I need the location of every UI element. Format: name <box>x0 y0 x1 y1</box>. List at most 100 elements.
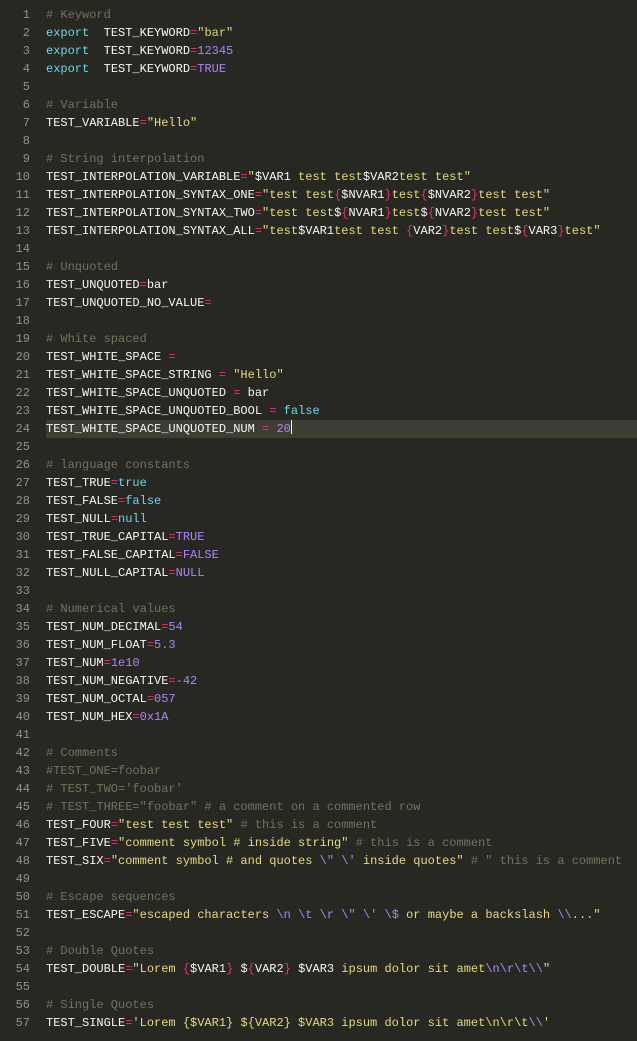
code-line[interactable]: TEST_FALSE=false <box>46 492 637 510</box>
code-line[interactable]: TEST_NUM_HEX=0x1A <box>46 708 637 726</box>
code-line[interactable]: TEST_UNQUOTED=bar <box>46 276 637 294</box>
code-line[interactable]: TEST_DOUBLE="Lorem {$VAR1} ${VAR2} $VAR3… <box>46 960 637 978</box>
code-line[interactable]: #TEST_ONE=foobar <box>46 762 637 780</box>
code-line[interactable]: # Keyword <box>46 6 637 24</box>
line-number: 49 <box>6 870 30 888</box>
token-brace: { <box>248 962 255 976</box>
code-line[interactable]: TEST_NUM=1e10 <box>46 654 637 672</box>
token-string <box>377 908 384 922</box>
token-bool: false <box>284 404 320 418</box>
token-interp: $VAR1 <box>190 962 226 976</box>
code-line[interactable]: # Escape sequences <box>46 888 637 906</box>
token-string: " <box>248 170 255 184</box>
code-line[interactable]: # White spaced <box>46 330 637 348</box>
code-line[interactable]: # String interpolation <box>46 150 637 168</box>
code-line[interactable] <box>46 438 637 456</box>
token-string: ..." <box>572 908 601 922</box>
token-string <box>291 962 298 976</box>
line-number: 6 <box>6 96 30 114</box>
token-plain: TEST_FALSE <box>46 494 118 508</box>
code-line[interactable]: # Numerical values <box>46 600 637 618</box>
code-line[interactable]: TEST_VARIABLE="Hello" <box>46 114 637 132</box>
code-line[interactable]: TEST_NUM_NEGATIVE=-42 <box>46 672 637 690</box>
line-number: 18 <box>6 312 30 330</box>
code-line[interactable]: TEST_INTERPOLATION_SYNTAX_TWO="test test… <box>46 204 637 222</box>
token-op: = <box>147 692 154 706</box>
code-line[interactable]: TEST_ESCAPE="escaped characters \n \t \r… <box>46 906 637 924</box>
code-line[interactable]: TEST_UNQUOTED_NO_VALUE= <box>46 294 637 312</box>
token-bool: null <box>118 512 147 526</box>
code-line[interactable]: # Double Quotes <box>46 942 637 960</box>
code-line[interactable]: TEST_FALSE_CAPITAL=FALSE <box>46 546 637 564</box>
line-number: 21 <box>6 366 30 384</box>
code-line[interactable]: TEST_WHITE_SPACE_STRING = "Hello" <box>46 366 637 384</box>
token-op: = <box>240 170 247 184</box>
code-line[interactable]: # TEST_THREE="foobar" # a comment on a c… <box>46 798 637 816</box>
code-line[interactable]: # Single Quotes <box>46 996 637 1014</box>
line-number: 16 <box>6 276 30 294</box>
token-plain: TEST_UNQUOTED_NO_VALUE <box>46 296 204 310</box>
token-comment: # Comments <box>46 746 118 760</box>
line-number: 38 <box>6 672 30 690</box>
token-string: "test <box>262 224 298 238</box>
token-comment: # Keyword <box>46 8 111 22</box>
code-line[interactable]: export TEST_KEYWORD="bar" <box>46 24 637 42</box>
code-line[interactable]: TEST_NULL_CAPITAL=NULL <box>46 564 637 582</box>
code-line[interactable]: TEST_INTERPOLATION_SYNTAX_ONE="test test… <box>46 186 637 204</box>
code-line[interactable] <box>46 726 637 744</box>
code-line[interactable]: TEST_INTERPOLATION_SYNTAX_ALL="test$VAR1… <box>46 222 637 240</box>
token-string: test test" <box>478 188 550 202</box>
code-line[interactable]: TEST_WHITE_SPACE_UNQUOTED_BOOL = false <box>46 402 637 420</box>
line-number: 28 <box>6 492 30 510</box>
code-line[interactable]: TEST_NUM_FLOAT=5.3 <box>46 636 637 654</box>
code-line[interactable]: TEST_TRUE_CAPITAL=TRUE <box>46 528 637 546</box>
code-line[interactable]: TEST_WHITE_SPACE_UNQUOTED = bar <box>46 384 637 402</box>
token-esc: \n\r\t\\ <box>485 962 543 976</box>
token-interp: $NVAR1 <box>341 188 384 202</box>
code-line[interactable] <box>46 582 637 600</box>
code-line[interactable]: TEST_WHITE_SPACE = <box>46 348 637 366</box>
code-line[interactable] <box>46 870 637 888</box>
token-comment: # this is a comment <box>240 818 377 832</box>
token-num: 54 <box>168 620 182 634</box>
token-const: TRUE <box>197 62 226 76</box>
code-line[interactable] <box>46 924 637 942</box>
code-editor-area[interactable]: # Keywordexport TEST_KEYWORD="bar"export… <box>38 0 637 1041</box>
code-line[interactable]: TEST_NULL=null <box>46 510 637 528</box>
code-line[interactable] <box>46 978 637 996</box>
token-string: "test test <box>262 206 334 220</box>
token-const: NULL <box>176 566 205 580</box>
code-line[interactable]: TEST_NUM_OCTAL=057 <box>46 690 637 708</box>
code-line[interactable]: TEST_SIX="comment symbol # and quotes \"… <box>46 852 637 870</box>
code-line[interactable]: TEST_NUM_DECIMAL=54 <box>46 618 637 636</box>
code-line[interactable]: # Unquoted <box>46 258 637 276</box>
line-number: 55 <box>6 978 30 996</box>
token-plain: TEST_WHITE_SPACE_UNQUOTED_BOOL <box>46 404 269 418</box>
token-esc: \' <box>341 854 355 868</box>
token-string: ipsum dolor sit amet <box>334 962 485 976</box>
code-line[interactable] <box>46 132 637 150</box>
code-line[interactable]: TEST_FIVE="comment symbol # inside strin… <box>46 834 637 852</box>
code-line[interactable]: TEST_FOUR="test test test" # this is a c… <box>46 816 637 834</box>
code-line[interactable] <box>46 312 637 330</box>
code-line[interactable]: export TEST_KEYWORD=12345 <box>46 42 637 60</box>
token-keyword: export <box>46 26 89 40</box>
code-line[interactable] <box>46 240 637 258</box>
code-line[interactable]: TEST_SINGLE='Lorem {$VAR1} ${VAR2} $VAR3… <box>46 1014 637 1032</box>
code-line[interactable]: TEST_TRUE=true <box>46 474 637 492</box>
code-line[interactable]: # Comments <box>46 744 637 762</box>
line-number: 12 <box>6 204 30 222</box>
code-line[interactable]: export TEST_KEYWORD=TRUE <box>46 60 637 78</box>
token-op: = <box>111 512 118 526</box>
token-op: = <box>168 350 175 364</box>
token-comment: # Single Quotes <box>46 998 154 1012</box>
code-line[interactable]: # Variable <box>46 96 637 114</box>
code-line[interactable]: # TEST_TWO='foobar' <box>46 780 637 798</box>
token-esc: \\ <box>557 908 571 922</box>
token-string: test test" <box>399 170 471 184</box>
code-line[interactable]: # language constants <box>46 456 637 474</box>
code-line[interactable] <box>46 78 637 96</box>
code-line[interactable]: TEST_WHITE_SPACE_UNQUOTED_NUM = 20 <box>46 420 637 438</box>
token-esc: \" <box>320 854 334 868</box>
code-line[interactable]: TEST_INTERPOLATION_VARIABLE="$VAR1 test … <box>46 168 637 186</box>
